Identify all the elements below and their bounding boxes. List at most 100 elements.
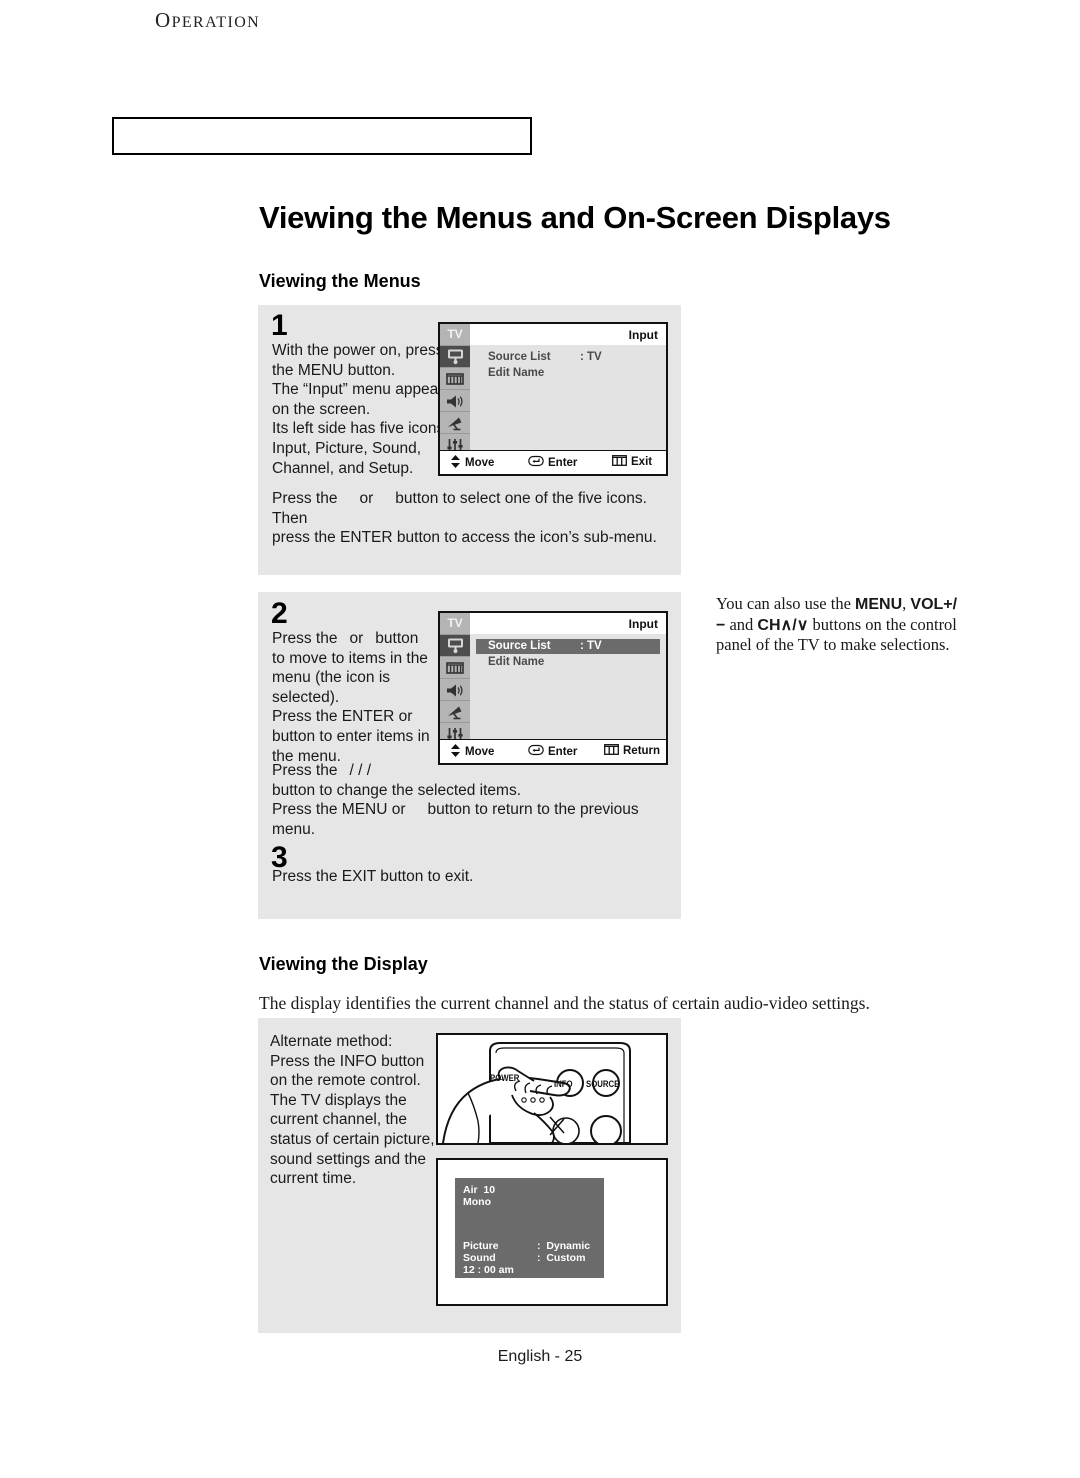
footer-label: Move — [465, 457, 495, 469]
osd-display-illustration: Air 10 Mono Picture : Dynamic Sound : Cust… — [436, 1158, 668, 1306]
step-2-after-line2: button to change the selected items. — [272, 781, 522, 799]
note-comma: , — [902, 594, 907, 613]
or-label: or — [349, 630, 364, 647]
footer-label: Return — [623, 745, 661, 757]
row-label: Edit Name — [488, 367, 545, 379]
step-3-text: Press the EXIT button to exit. — [272, 868, 474, 885]
osd-channel: Air 10 — [463, 1184, 496, 1196]
note-line4: make selections. — [840, 635, 950, 654]
menu-bars-icon — [612, 455, 627, 469]
note-line2-post: buttons on — [808, 614, 882, 634]
footer-label: Exit — [631, 456, 653, 468]
sound-speaker-icon[interactable] — [440, 678, 470, 701]
tv-menu-sidebar: TV — [440, 324, 470, 452]
row-label: Edit Name — [488, 656, 545, 668]
note-line1-pre: You can also use the — [716, 594, 856, 613]
note-and: and — [725, 614, 758, 634]
picture-screen-icon[interactable] — [440, 367, 470, 390]
row-label: Source List — [488, 351, 551, 363]
enter-key-icon — [528, 744, 544, 759]
osd-sound-value: : Custom — [537, 1252, 586, 1264]
footer-enter: Enter — [528, 744, 577, 759]
tv-sidebar-label: TV — [447, 327, 463, 341]
step-1-number: 1 — [271, 309, 288, 342]
osd-audio-mode: Mono — [463, 1196, 491, 1208]
footer-enter: Enter — [528, 455, 577, 470]
menu-button-label: MENU — [855, 596, 903, 613]
section-title-viewing-display: Viewing the Display — [259, 954, 428, 974]
press-the-label-2: Press the — [272, 762, 338, 779]
step-2-after-text: Press the / / / button to change the selec… — [272, 761, 672, 839]
tv-menu-body: Source List : TV Edit Name — [470, 345, 666, 451]
section-title-viewing-menus: Viewing the Menus — [259, 271, 421, 291]
sound-speaker-icon[interactable] — [440, 389, 470, 412]
tv-menu-sidebar: TV — [440, 613, 470, 741]
tv-menu-footer: Move Enter Exit — [440, 450, 666, 474]
updown-arrow-icon — [450, 455, 461, 471]
osd-sound-row: Sound : Custom — [463, 1252, 585, 1264]
channel-dish-icon[interactable] — [440, 700, 470, 723]
remote-illustration: POWER INFO SOURCE — [436, 1033, 668, 1147]
osd-time: 12 : 00 am — [463, 1264, 514, 1276]
footer-label: Enter — [548, 456, 578, 469]
press-the-label: Press the — [272, 630, 338, 647]
menu-bars-icon — [604, 744, 619, 758]
channel-dish-icon[interactable] — [440, 411, 470, 434]
step-2-number: 2 — [271, 597, 288, 630]
chapter-header-box — [112, 117, 532, 155]
updown-arrow-icon — [450, 744, 461, 760]
picture-screen-icon[interactable] — [440, 656, 470, 679]
press-the-label: Press the — [272, 490, 338, 507]
tv-sidebar-label: TV — [447, 616, 463, 630]
chapter-label: OPERATION — [155, 8, 260, 33]
footer-move: Move — [450, 455, 494, 471]
step-2-text: Press the or button to move to items in th… — [272, 629, 447, 766]
page-title: Viewing the Menus and On-Screen Displays — [259, 200, 891, 235]
tv-menu-row-source-list-selected[interactable]: Source List : TV — [476, 639, 660, 654]
footer-label: Move — [465, 746, 495, 758]
tv-menu-footer: Move Enter Return — [440, 739, 666, 763]
input-monitor-icon[interactable] — [440, 634, 470, 657]
osd-picture-row: Picture : Dynamic — [463, 1240, 590, 1252]
tv-menu-row-edit-name[interactable]: Edit Name — [476, 655, 660, 670]
tv-menu-screenshot-2: Input TV Source List : TV Edit Name Move… — [438, 611, 668, 765]
remote-hand-drawing — [442, 1042, 631, 1147]
osd-picture-label: Picture — [463, 1240, 499, 1252]
row-value: : TV — [580, 640, 602, 652]
footer-move: Move — [450, 744, 494, 760]
footer-exit: Exit — [612, 455, 652, 469]
remote-label-info: INFO — [554, 1079, 573, 1090]
control-panel-note: You can also use the MENU, VOL+/− and CH… — [716, 594, 966, 655]
display-lead-text: The display identifies the current chann… — [259, 993, 870, 1013]
osd-picture-value: : Dynamic — [537, 1240, 591, 1252]
tv-menu-row-edit-name[interactable]: Edit Name — [476, 366, 660, 381]
tv-menu-row-source-list[interactable]: Source List : TV — [476, 350, 660, 365]
slash-group: / / / — [349, 762, 372, 779]
step-1-text: With the power on, press the MENU button… — [272, 342, 452, 477]
tv-menu-titlebar: Input — [470, 324, 666, 345]
tv-menu-screenshot-1: Input TV Source List : TV Edit Name Move… — [438, 322, 668, 476]
step-2-text-body: button to move to items in the menu (the… — [272, 630, 430, 765]
step-1-after-line2: press the ENTER button to access the ico… — [272, 529, 657, 547]
or-label: or — [359, 490, 374, 507]
footer-label: Enter — [548, 745, 578, 758]
remote-label-power: POWER — [490, 1073, 520, 1084]
tv-menu-title: Input — [628, 617, 658, 631]
osd-panel: Air 10 Mono Picture : Dynamic Sound : Cust… — [455, 1178, 604, 1278]
input-monitor-icon[interactable] — [440, 345, 470, 368]
row-value: : TV — [580, 351, 602, 363]
step-2-after-line3a: Press the MENU or — [272, 801, 406, 819]
tv-menu-titlebar: Input — [470, 613, 666, 634]
page-footer: English - 25 — [497, 1348, 583, 1365]
remote-label-source: SOURCE — [586, 1079, 620, 1090]
row-label: Source List — [488, 640, 551, 652]
footer-return: Return — [604, 744, 660, 758]
step-1-after-text: Press the or button to select one of the f… — [272, 489, 672, 548]
alternate-method-text: Alternate method: Press the INFO button … — [270, 1033, 435, 1188]
chapter-rest: PERATION — [171, 14, 261, 31]
chapter-initial: O — [155, 8, 172, 32]
ch-button-label: CH∧/∨ — [757, 616, 809, 634]
osd-sound-label: Sound — [463, 1252, 496, 1264]
tv-menu-body: Source List : TV Edit Name — [470, 634, 666, 740]
tv-menu-title: Input — [628, 328, 658, 342]
